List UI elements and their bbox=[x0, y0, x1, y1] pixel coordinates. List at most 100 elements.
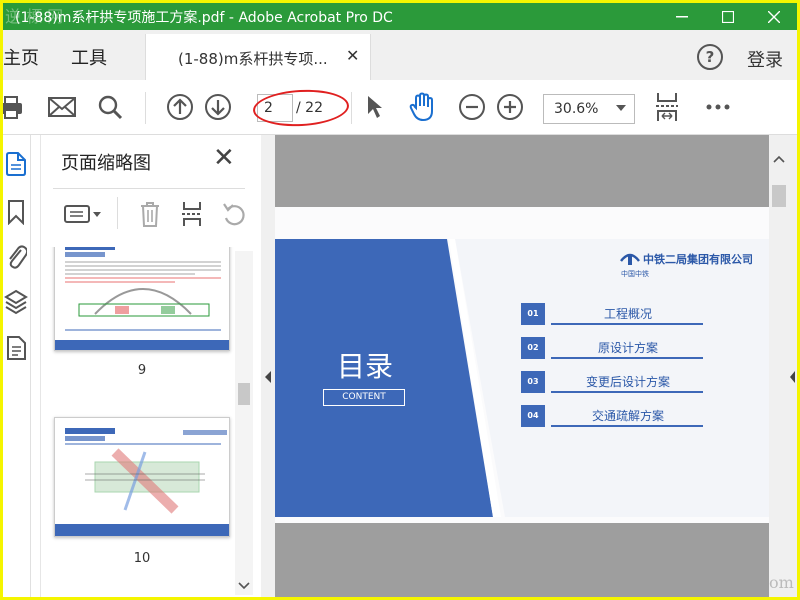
delete-page-button[interactable] bbox=[133, 199, 167, 229]
envelope-icon bbox=[48, 97, 76, 117]
arrow-down-circle-icon bbox=[205, 94, 231, 120]
print-button[interactable] bbox=[3, 92, 27, 122]
insert-page-button[interactable] bbox=[175, 199, 209, 229]
trash-icon bbox=[141, 202, 159, 227]
minimize-button[interactable] bbox=[659, 3, 705, 30]
select-tool-button[interactable] bbox=[361, 92, 387, 122]
rotate-page-button[interactable] bbox=[217, 199, 251, 229]
toolbar-divider bbox=[351, 92, 352, 124]
layers-icon bbox=[4, 289, 28, 315]
thumbnail-preview bbox=[55, 247, 229, 350]
login-link[interactable]: 登录 bbox=[747, 46, 783, 72]
fit-page-icon bbox=[656, 93, 678, 121]
thumbnail-scrollbar[interactable] bbox=[235, 251, 253, 595]
thumbnail-options-button[interactable] bbox=[61, 199, 105, 229]
toc-number: 02 bbox=[521, 337, 545, 359]
close-tab-icon[interactable]: ✕ bbox=[346, 46, 359, 65]
thumbnail-list: 9 10 bbox=[41, 247, 253, 597]
tab-document[interactable]: (1-88)m系杆拱专项... ✕ bbox=[145, 34, 371, 80]
toc-heading: 目录 bbox=[337, 350, 394, 383]
panel-collapse-grip[interactable] bbox=[261, 135, 275, 597]
document-scrollbar[interactable] bbox=[769, 135, 789, 597]
toc-underline bbox=[551, 357, 703, 359]
document-tab-label: (1-88)m系杆拱专项... bbox=[178, 50, 328, 68]
toolbar-divider bbox=[145, 92, 146, 124]
document-scroll-thumb[interactable] bbox=[772, 185, 786, 207]
bookmark-icon bbox=[8, 200, 24, 225]
chevron-down-icon bbox=[616, 105, 626, 111]
arrow-up-circle-icon bbox=[167, 94, 193, 120]
fit-page-button[interactable] bbox=[653, 92, 681, 122]
paperclip-icon bbox=[9, 245, 27, 269]
right-pane-grip[interactable] bbox=[789, 135, 797, 597]
navigation-pane-icons bbox=[3, 135, 31, 597]
expand-right-icon bbox=[790, 371, 795, 383]
panel-divider bbox=[53, 188, 245, 189]
toc-underline bbox=[551, 391, 703, 393]
tab-bar: 主页 工具 (1-88)m系杆拱专项... ✕ ? 登录 bbox=[3, 30, 797, 80]
toc-item: 交通疏解方案 bbox=[591, 409, 664, 423]
print-icon bbox=[3, 96, 22, 119]
layers-nav[interactable] bbox=[3, 287, 29, 317]
watermark-text: om bbox=[769, 573, 794, 592]
insert-page-icon bbox=[182, 202, 202, 226]
pdf-page: 目录 CONTENT 中铁二局集团有限公司 中国中铁 01 工程概况 02 原设… bbox=[275, 207, 769, 523]
thumbnail-page-number: 10 bbox=[133, 551, 151, 566]
email-button[interactable] bbox=[47, 92, 77, 122]
pages-icon bbox=[6, 152, 26, 176]
thumbnail-page[interactable] bbox=[54, 247, 230, 351]
toc-item: 工程概况 bbox=[603, 307, 652, 321]
zoom-value: 30.6% bbox=[554, 101, 599, 117]
tab-tools[interactable]: 工具 bbox=[71, 44, 107, 70]
company-subtitle: 中国中铁 bbox=[621, 270, 649, 278]
thumbnail-preview bbox=[55, 428, 229, 536]
toc-subheading: CONTENT bbox=[323, 389, 405, 406]
title-bar: (1-88)m系杆拱专项施工方案.pdf - Adobe Acrobat Pro… bbox=[3, 3, 797, 30]
search-icon bbox=[98, 95, 123, 120]
window-title: (1-88)m系杆拱专项施工方案.pdf - Adobe Acrobat Pro… bbox=[15, 10, 393, 26]
toc-underline bbox=[551, 323, 703, 325]
zoom-in-button[interactable] bbox=[495, 92, 525, 122]
zoom-level-dropdown[interactable]: 30.6% bbox=[543, 94, 635, 124]
next-page-button[interactable] bbox=[203, 92, 233, 122]
minus-circle-icon bbox=[459, 94, 485, 120]
toc-number: 04 bbox=[521, 405, 545, 427]
content-nav[interactable] bbox=[3, 333, 29, 363]
hand-icon bbox=[409, 92, 433, 122]
maximize-button[interactable] bbox=[705, 3, 751, 30]
thumbnail-page-number: 9 bbox=[137, 363, 147, 378]
thumbnail-page[interactable] bbox=[54, 417, 230, 537]
previous-page-button[interactable] bbox=[165, 92, 195, 122]
scroll-up-icon[interactable] bbox=[769, 153, 789, 165]
page-thumbnails-nav[interactable] bbox=[3, 149, 29, 179]
bookmarks-nav[interactable] bbox=[3, 197, 29, 227]
acrobat-window: (1-88)m系杆拱专项施工方案.pdf - Adobe Acrobat Pro… bbox=[3, 3, 797, 597]
close-icon bbox=[768, 10, 780, 23]
zoom-out-button[interactable] bbox=[457, 92, 487, 122]
panel-tool-divider bbox=[117, 197, 118, 229]
minimize-icon bbox=[676, 15, 688, 17]
options-menu-icon bbox=[64, 205, 101, 223]
search-button[interactable] bbox=[95, 92, 125, 122]
company-logo-icon bbox=[620, 253, 640, 265]
help-icon[interactable]: ? bbox=[697, 44, 723, 70]
rotate-icon bbox=[223, 203, 245, 226]
toc-underline bbox=[551, 425, 703, 427]
watermark-logo: 逆 標 网 bbox=[5, 7, 64, 26]
close-window-button[interactable] bbox=[751, 3, 797, 30]
tab-home[interactable]: 主页 bbox=[3, 44, 39, 70]
maximize-icon bbox=[722, 10, 734, 23]
attachments-nav[interactable] bbox=[3, 241, 29, 271]
hand-tool-button[interactable] bbox=[407, 92, 437, 122]
panel-close-icon[interactable]: ✕ bbox=[213, 143, 235, 173]
toc-number: 03 bbox=[521, 371, 545, 393]
thumbnail-scroll-thumb[interactable] bbox=[238, 383, 250, 405]
cursor-arrow-icon bbox=[368, 96, 382, 118]
document-view[interactable]: 目录 CONTENT 中铁二局集团有限公司 中国中铁 01 工程概况 02 原设… bbox=[275, 135, 769, 597]
more-icon bbox=[706, 104, 730, 110]
panel-title: 页面缩略图 bbox=[61, 153, 151, 174]
scroll-down-icon[interactable] bbox=[235, 581, 253, 591]
toc-item: 原设计方案 bbox=[597, 341, 658, 355]
toc-number: 01 bbox=[521, 303, 545, 325]
more-tools-button[interactable] bbox=[703, 92, 733, 122]
